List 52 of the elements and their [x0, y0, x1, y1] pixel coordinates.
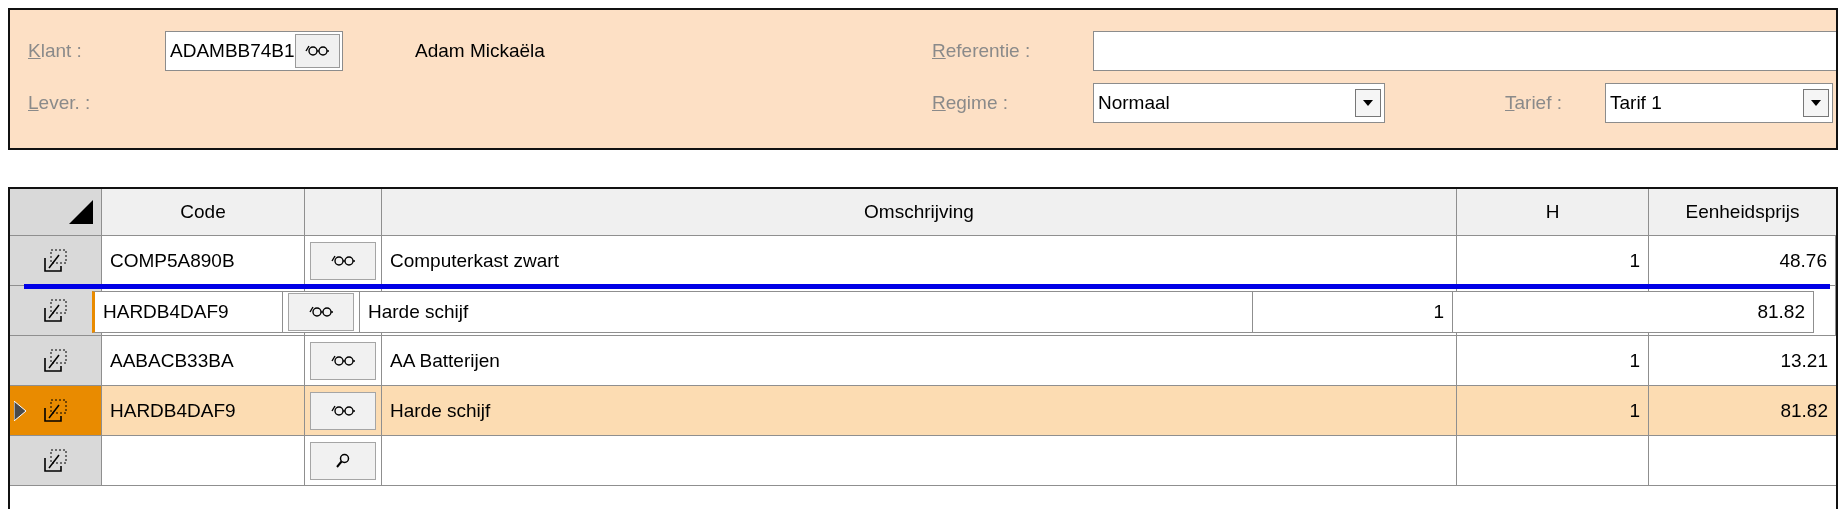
row-edit-icon — [42, 448, 69, 473]
field-label: Referentie : — [932, 40, 1032, 62]
table-cell: Harde schijf — [390, 399, 491, 422]
table-cell: 1 — [1629, 349, 1640, 372]
table-cell: 1 — [1629, 399, 1640, 422]
customer-name: Adam Mickaëla — [415, 40, 545, 62]
glasses-icon — [305, 45, 330, 57]
table-cell: 1 — [1433, 301, 1444, 323]
glasses-icon — [331, 354, 355, 367]
field-value: Normaal — [1098, 92, 1170, 114]
field-label: Regime : — [932, 92, 1010, 114]
table-cell: AABACB33BA — [110, 349, 234, 372]
row-edit-icon — [42, 298, 69, 323]
glasses-icon — [331, 404, 355, 417]
table-cell: 48.76 — [1779, 249, 1827, 272]
selected-row[interactable]: HARDB4DAF9 Harde schijf 1 81.82 — [10, 386, 1836, 436]
field-label: Klant : — [28, 40, 83, 62]
lookup-button[interactable] — [294, 34, 340, 68]
search-icon — [336, 452, 350, 469]
table-cell: HARDB4DAF9 — [110, 399, 236, 422]
field-label: Lever. : — [28, 92, 91, 114]
lookup-button[interactable] — [310, 391, 376, 430]
corner-header[interactable] — [10, 189, 102, 235]
table-cell: COMP5A890B — [110, 249, 235, 272]
table-cell: 13.21 — [1780, 349, 1828, 372]
glasses-icon — [309, 306, 333, 318]
row-edit-icon — [42, 348, 69, 373]
tariff-dropdown[interactable]: Tarif 1 — [1605, 83, 1833, 123]
triangle-icon — [69, 200, 93, 224]
row-edit-icon — [42, 248, 69, 273]
table-cell: AA Batterijen — [390, 349, 500, 372]
reference-field[interactable] — [1093, 31, 1836, 71]
table-cell: 81.82 — [1780, 399, 1828, 422]
lookup-button[interactable] — [310, 241, 376, 280]
customer-code-field[interactable]: ADAMBB74B1 — [165, 31, 343, 71]
lookup-button[interactable] — [310, 341, 376, 380]
column-header[interactable]: Code — [102, 189, 305, 235]
table-cell: Harde schijf — [368, 301, 469, 323]
column-header[interactable]: Omschrijving — [382, 189, 1457, 235]
field-label: Tarief : — [1505, 92, 1564, 114]
table-cell: 81.82 — [1757, 301, 1805, 323]
table-cell: HARDB4DAF9 — [103, 301, 229, 323]
table-cell: 1 — [1629, 249, 1640, 272]
glasses-icon — [331, 254, 355, 267]
lookup-button[interactable] — [288, 293, 354, 331]
field-value: ADAMBB74B1 — [170, 40, 295, 62]
column-header[interactable]: H — [1457, 189, 1649, 235]
column-header[interactable]: Eenheidsprijs — [1649, 189, 1836, 235]
regime-dropdown[interactable]: Normaal — [1093, 83, 1385, 123]
table-cell: Computerkast zwart — [390, 249, 559, 272]
field-value: Tarif 1 — [1610, 92, 1662, 114]
row-edit-icon — [42, 398, 69, 423]
